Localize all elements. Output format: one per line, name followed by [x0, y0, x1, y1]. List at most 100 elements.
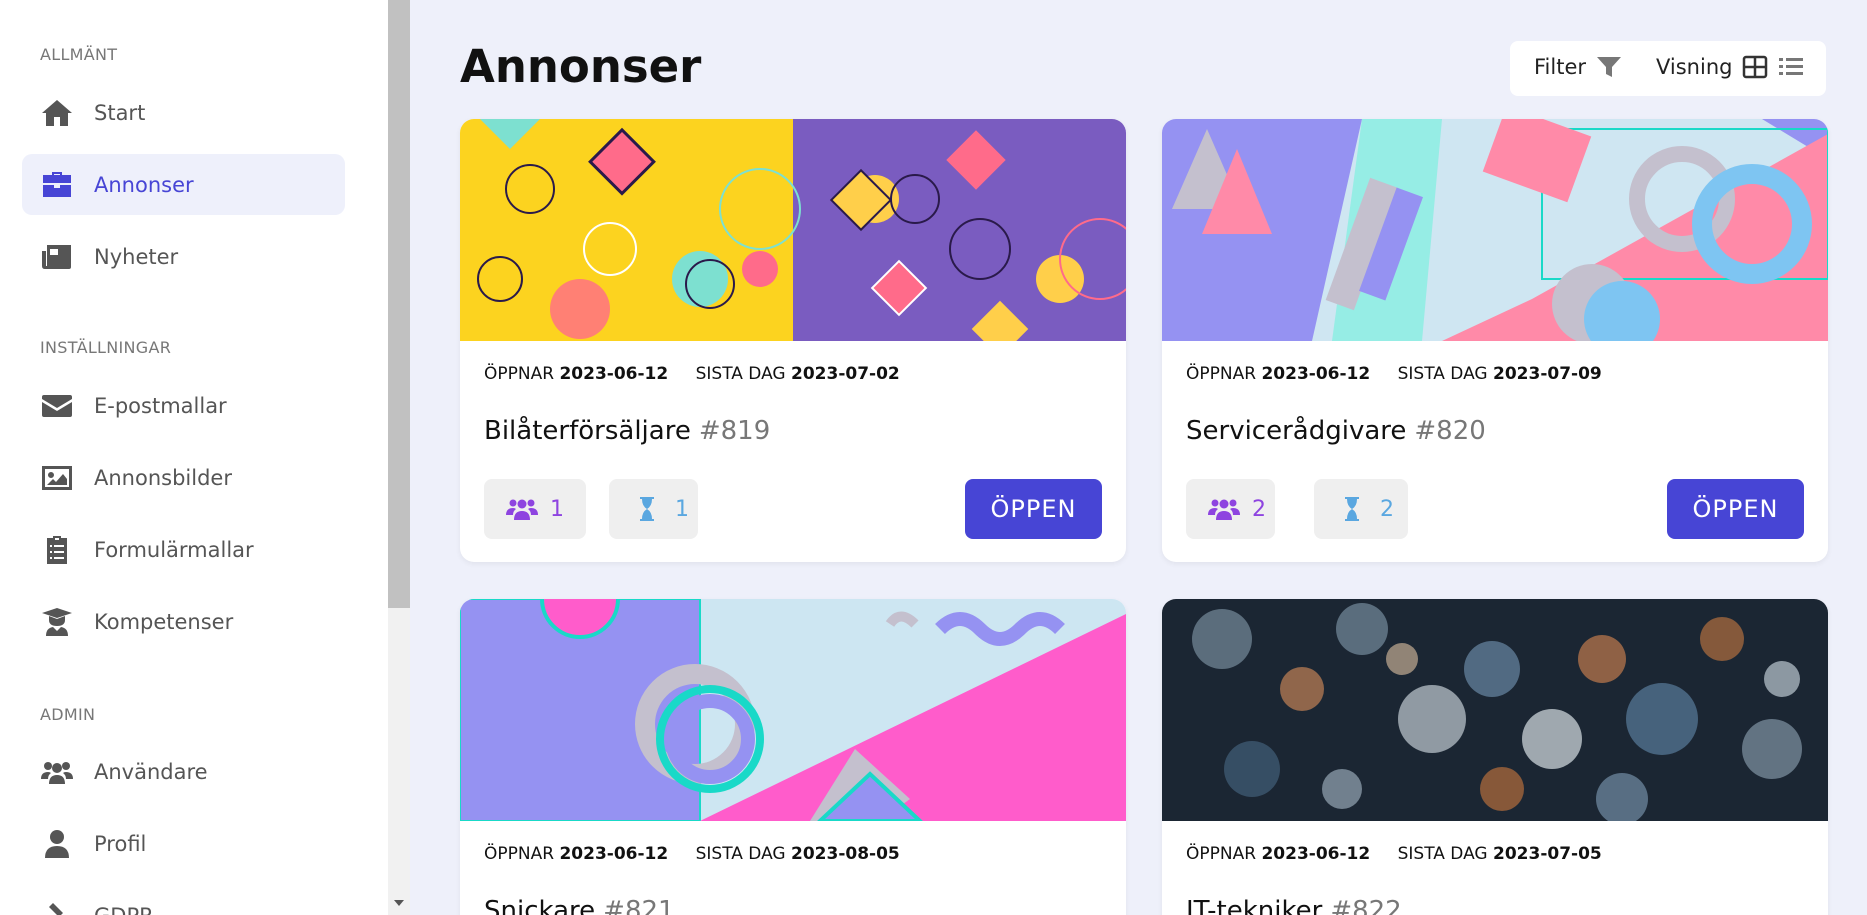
job-card-image	[460, 599, 1126, 821]
scrollbar-thumb[interactable]	[388, 0, 410, 608]
sidebar-item-label: Nyheter	[94, 244, 179, 269]
list-view-icon[interactable]	[1778, 55, 1804, 79]
sidebar-item-profil[interactable]: Profil	[22, 813, 345, 874]
sidebar-item-gdpr[interactable]: GDPR	[22, 885, 345, 915]
sidebar-item-anvandare[interactable]: Användare	[22, 741, 345, 802]
job-title-text: Snickare	[484, 896, 596, 915]
sidebar-item-label: Annonsbilder	[94, 465, 232, 490]
sidebar-item-label: Kompetenser	[94, 609, 234, 634]
job-card-image	[460, 119, 1126, 341]
last-day-label: SISTA DAG	[1397, 364, 1488, 384]
job-number: #821	[603, 896, 675, 915]
opens-label: ÖPPNAR	[1186, 844, 1257, 864]
view-label: Visning	[1656, 55, 1733, 79]
job-card-image	[1162, 119, 1828, 341]
job-dates: ÖPPNAR 2023-06-12 SISTA DAG 2023-07-02	[484, 364, 922, 384]
job-title[interactable]: Bilåterförsäljare #819	[484, 416, 770, 446]
job-card[interactable]: ÖPPNAR 2023-06-12 SISTA DAG 2023-07-05 I…	[1162, 599, 1828, 915]
applicants-badge[interactable]: 1	[484, 479, 586, 539]
applicants-count: 1	[550, 496, 564, 522]
user-icon	[40, 828, 74, 860]
job-number: #819	[698, 416, 771, 446]
users-icon	[1208, 499, 1240, 520]
pending-count: 1	[675, 496, 689, 522]
filter-icon	[1597, 57, 1622, 77]
sidebar-item-label: Start	[94, 100, 146, 125]
sidebar-scrollbar[interactable]	[388, 0, 410, 915]
sidebar-item-label: E-postmallar	[94, 393, 227, 418]
opens-date: 2023-06-12	[559, 844, 669, 864]
briefcase-icon	[40, 169, 74, 201]
job-title[interactable]: IT-tekniker #822	[1186, 896, 1402, 915]
opens-label: ÖPPNAR	[484, 844, 555, 864]
sidebar-item-label: Annonser	[94, 172, 194, 197]
opens-date: 2023-06-12	[1261, 364, 1371, 384]
sidebar-item-formularmallar[interactable]: Formulärmallar	[22, 519, 345, 580]
newspaper-icon	[40, 241, 74, 273]
pending-count: 2	[1380, 496, 1394, 522]
toolbar: Filter Visning	[1510, 41, 1826, 96]
opens-date: 2023-06-12	[559, 364, 669, 384]
sidebar-item-start[interactable]: Start	[22, 82, 345, 143]
applicants-count: 2	[1252, 496, 1266, 522]
job-card[interactable]: ÖPPNAR 2023-06-12 SISTA DAG 2023-07-09 S…	[1162, 119, 1828, 562]
opens-label: ÖPPNAR	[1186, 364, 1257, 384]
section-title-general: ALLMÄNT	[40, 45, 118, 64]
gavel-icon	[40, 900, 74, 915]
last-day-label: SISTA DAG	[695, 844, 786, 864]
job-title[interactable]: Servicerådgivare #820	[1186, 416, 1486, 446]
last-day-date: 2023-07-02	[791, 364, 900, 384]
open-status-button[interactable]: ÖPPEN	[965, 479, 1102, 539]
filter-label: Filter	[1534, 55, 1587, 79]
last-day-date: 2023-07-05	[1493, 844, 1602, 864]
users-icon	[40, 756, 74, 788]
sidebar-item-kompetenser[interactable]: Kompetenser	[22, 591, 345, 652]
opens-date: 2023-06-12	[1261, 844, 1371, 864]
sidebar-item-label: Användare	[94, 759, 208, 784]
sidebar-item-label: GDPR	[94, 904, 154, 915]
pending-badge[interactable]: 1	[609, 479, 698, 539]
pending-badge[interactable]: 2	[1314, 479, 1408, 539]
job-title-text: IT-tekniker	[1186, 896, 1323, 915]
page-title: Annonser	[460, 40, 702, 93]
scroll-down-arrow-icon[interactable]	[394, 900, 404, 906]
sidebar-item-e-postmallar[interactable]: E-postmallar	[22, 375, 345, 436]
job-dates: ÖPPNAR 2023-06-12 SISTA DAG 2023-07-09	[1186, 364, 1624, 384]
job-card-image	[1162, 599, 1828, 821]
sidebar-item-label: Formulärmallar	[94, 537, 254, 562]
sidebar-item-annonsbilder[interactable]: Annonsbilder	[22, 447, 345, 508]
home-icon	[40, 97, 74, 129]
view-toggle: Visning	[1656, 55, 1804, 79]
job-number: #822	[1330, 896, 1402, 915]
applicants-badge[interactable]: 2	[1186, 479, 1275, 539]
sidebar-item-annonser[interactable]: Annonser	[22, 154, 345, 215]
last-day-date: 2023-07-09	[1493, 364, 1602, 384]
image-icon	[40, 462, 74, 494]
last-day-label: SISTA DAG	[1397, 844, 1488, 864]
job-card[interactable]: ÖPPNAR 2023-06-12 SISTA DAG 2023-08-05 S…	[460, 599, 1126, 915]
job-title[interactable]: Snickare #821	[484, 896, 675, 915]
last-day-label: SISTA DAG	[695, 364, 786, 384]
job-title-text: Bilåterförsäljare	[484, 416, 691, 446]
sidebar: ALLMÄNT Start Annonser Nyheter INSTÄLLNI…	[0, 0, 388, 915]
job-dates: ÖPPNAR 2023-06-12 SISTA DAG 2023-07-05	[1186, 844, 1624, 864]
clipboard-icon	[40, 534, 74, 566]
filter-button[interactable]: Filter	[1534, 55, 1622, 79]
section-title-settings: INSTÄLLNINGAR	[40, 338, 172, 357]
job-dates: ÖPPNAR 2023-06-12 SISTA DAG 2023-08-05	[484, 844, 922, 864]
hourglass-icon	[1345, 497, 1359, 521]
opens-label: ÖPPNAR	[484, 364, 555, 384]
job-number: #820	[1414, 416, 1486, 446]
sidebar-item-nyheter[interactable]: Nyheter	[22, 226, 345, 287]
open-status-button[interactable]: ÖPPEN	[1667, 479, 1804, 539]
graduate-icon	[40, 606, 74, 638]
job-title-text: Servicerådgivare	[1186, 416, 1407, 446]
sidebar-item-label: Profil	[94, 831, 147, 856]
grid-view-icon[interactable]	[1742, 55, 1768, 79]
users-icon	[506, 499, 538, 520]
hourglass-icon	[640, 497, 654, 521]
envelope-icon	[40, 390, 74, 422]
section-title-admin: ADMIN	[40, 705, 96, 724]
last-day-date: 2023-08-05	[791, 844, 900, 864]
job-card[interactable]: ÖPPNAR 2023-06-12 SISTA DAG 2023-07-02 B…	[460, 119, 1126, 562]
